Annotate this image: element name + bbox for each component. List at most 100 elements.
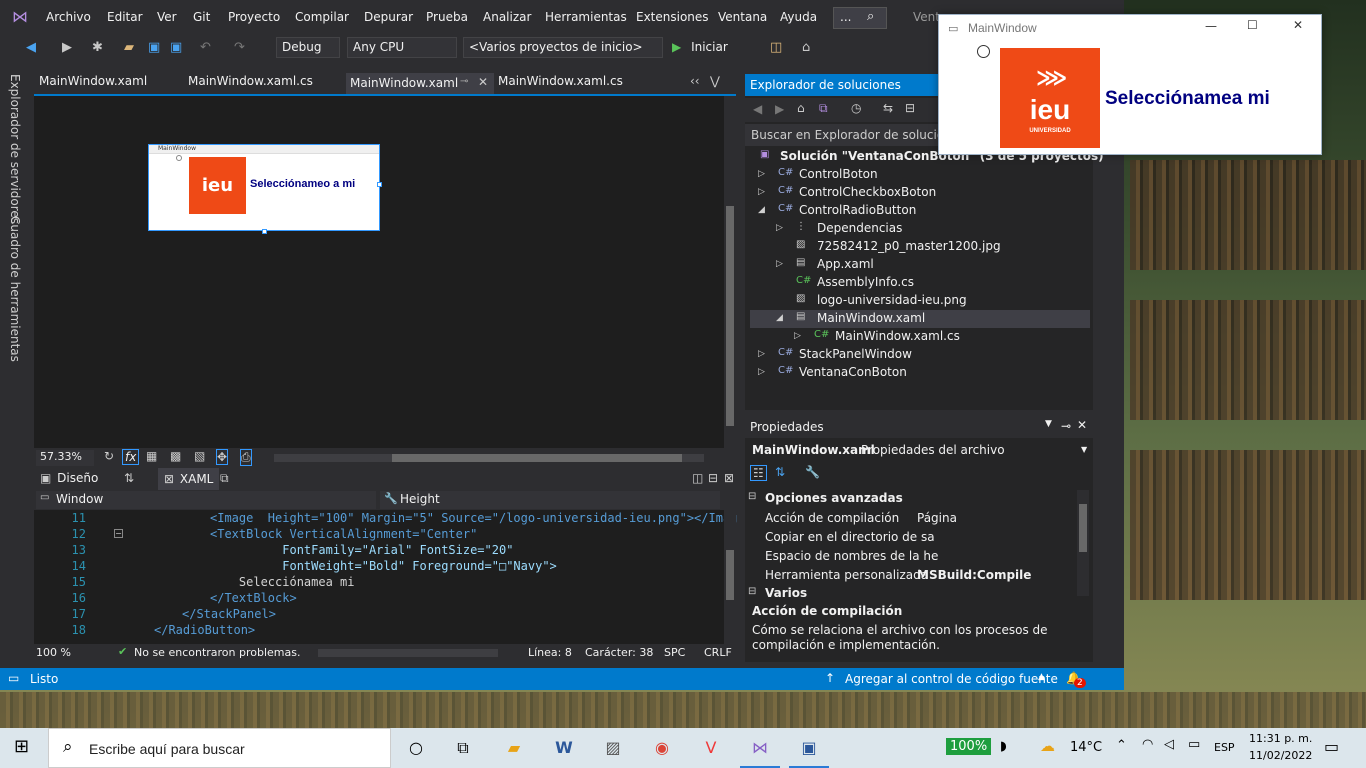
artboard-icon[interactable]: ▧ — [194, 449, 205, 463]
caret-up-icon[interactable]: ▲ — [1038, 672, 1045, 682]
tree-mainwindow-cs[interactable]: ▷ C# MainWindow.xaml.cs — [750, 328, 1090, 346]
properties-scroll-thumb[interactable] — [1079, 504, 1087, 552]
prop-row[interactable]: Herramienta personalizada MSBuild:Compile — [760, 567, 1070, 586]
switch-views-icon[interactable]: ⧉ — [819, 101, 828, 116]
menu-analizar[interactable]: Analizar — [483, 10, 531, 24]
clock-date[interactable]: 11/02/2022 — [1249, 749, 1312, 762]
doc-tab-active[interactable]: MainWindow.xaml ⊸ ✕ — [346, 73, 494, 95]
refresh-icon[interactable]: ↻ — [104, 449, 114, 463]
expand-icon[interactable]: ▷ — [758, 349, 765, 359]
expand-icon[interactable]: ▷ — [794, 331, 801, 341]
close-icon[interactable]: ✕ — [1077, 418, 1087, 432]
tree-project-ventanaconboton[interactable]: ▷ C# VentanaConBoton — [750, 364, 1090, 382]
maximize-button[interactable]: ☐ — [1247, 18, 1258, 32]
battery-indicator[interactable]: 100% — [946, 738, 992, 755]
start-button[interactable]: ⊞ — [14, 736, 29, 757]
code-line[interactable]: 12 <TextBlock VerticalAlignment="Center" — [36, 527, 720, 543]
prop-row[interactable]: Espacio de nombres de la he — [760, 548, 1070, 567]
tree-file-jpg[interactable]: ▨ 72582412_p0_master1200.jpg — [750, 238, 1090, 256]
configuration-select[interactable]: Debug — [276, 37, 340, 58]
designer-hscroll[interactable] — [274, 454, 704, 462]
hscroll-thumb[interactable] — [392, 454, 682, 462]
collapse-all-icon[interactable]: ⊟ — [905, 101, 915, 115]
problems-text[interactable]: No se encontraron problemas. — [134, 646, 300, 659]
prop-value[interactable]: MSBuild:Compile — [917, 568, 1031, 582]
minimize-button[interactable]: — — [1205, 19, 1217, 33]
menu-archivo[interactable]: Archivo — [46, 10, 91, 24]
undo-icon[interactable]: ↶ — [200, 40, 211, 55]
swap-panes-icon[interactable]: ⇅ — [124, 471, 134, 485]
pin-icon[interactable]: ⊸ — [460, 76, 468, 87]
tree-project-stackpanelwindow[interactable]: ▷ C# StackPanelWindow — [750, 346, 1090, 364]
designer-window-preview[interactable]: MainWindow ieu Selecciónameo a mi — [148, 144, 380, 231]
popout-icon[interactable]: ⧉ — [220, 471, 229, 486]
collapse-pane-icon[interactable]: ⊠ — [724, 471, 734, 485]
crlf-indicator[interactable]: CRLF — [704, 646, 732, 659]
volume-icon[interactable]: ◁ — [1164, 737, 1174, 752]
chrome-icon[interactable]: ◉ — [650, 736, 674, 760]
home-icon[interactable]: ⌂ — [797, 101, 805, 115]
collapse-section-icon[interactable]: ⊟ — [748, 491, 756, 502]
prop-row[interactable]: Copiar en el directorio de sa — [760, 529, 1070, 548]
menu-proyecto[interactable]: Proyecto — [228, 10, 280, 24]
server-explorer-tab[interactable]: Explorador de servidores — [8, 74, 22, 224]
app-window-icon[interactable]: ▣ — [797, 736, 821, 760]
line-indicator[interactable]: Línea: 8 — [528, 646, 572, 659]
fx-button[interactable]: fx — [122, 449, 140, 465]
wifi-icon[interactable]: ◠ — [1142, 737, 1153, 752]
file-explorer-icon[interactable]: ▰ — [502, 736, 526, 760]
collapse-section-icon[interactable]: ⊟ — [748, 586, 756, 597]
menu-editar[interactable]: Editar — [107, 10, 143, 24]
close-tab-icon[interactable]: ✕ — [478, 75, 488, 89]
expand-icon[interactable]: ▷ — [758, 169, 765, 179]
snap-icon[interactable]: ▩ — [170, 449, 181, 463]
editor-zoom[interactable]: 100 % — [36, 646, 71, 659]
device-icon[interactable]: ⎙ — [240, 449, 252, 466]
vivaldi-icon[interactable]: V — [699, 736, 723, 760]
running-main-window[interactable]: ▭ MainWindow — ☐ ✕ ⋙ ieu UNIVERSIDAD Sel… — [938, 14, 1322, 155]
tree-mainwindow-xaml[interactable]: ◢ ▤ MainWindow.xaml — [750, 310, 1090, 328]
split-vertical-icon[interactable]: ⊟ — [708, 471, 718, 485]
split-horizontal-icon[interactable]: ◫ — [692, 471, 703, 485]
menu-prueba[interactable]: Prueba — [426, 10, 468, 24]
toolbox-tab[interactable]: Cuadro de herramientas — [8, 216, 22, 362]
prop-value[interactable]: Página — [917, 511, 957, 525]
design-view-tab[interactable]: ▣ Diseño — [40, 471, 98, 485]
code-line[interactable]: 13 FontFamily="Arial" FontSize="20" — [36, 543, 720, 559]
resize-handle[interactable] — [262, 229, 267, 234]
collapse-icon[interactable]: ◢ — [758, 205, 765, 215]
code-line[interactable]: 11 <Image Height="100" Margin="5" Source=… — [36, 511, 738, 527]
save-icon[interactable]: ▣ — [148, 40, 160, 55]
expand-icon[interactable]: ▷ — [758, 367, 765, 377]
visual-studio-icon[interactable]: ⋈ — [748, 736, 772, 760]
display-icon[interactable]: ▭ — [1188, 737, 1200, 752]
code-line[interactable]: 18 </RadioButton> — [36, 623, 720, 639]
doc-tab-mainwindow-xaml[interactable]: MainWindow.xaml — [39, 74, 147, 94]
start-button[interactable]: ▶ Iniciar — [672, 40, 736, 58]
startup-project-select[interactable]: <Varios proyectos de inicio> — [463, 37, 663, 58]
menu-herramientas[interactable]: Herramientas — [545, 10, 627, 24]
tree-app-xaml[interactable]: ▷ ▤ App.xaml — [750, 256, 1090, 274]
platform-select[interactable]: Any CPU — [347, 37, 457, 58]
designer-vscrollbar[interactable] — [724, 96, 736, 448]
char-indicator[interactable]: Carácter: 38 — [585, 646, 653, 659]
menu-git[interactable]: Git — [193, 10, 210, 24]
tree-dependencias[interactable]: ▷ ⋮ Dependencias — [750, 220, 1090, 238]
battery-icon[interactable]: ◗ — [1000, 739, 1007, 754]
tree-assemblyinfo[interactable]: C# AssemblyInfo.cs — [750, 274, 1090, 292]
close-button[interactable]: ✕ — [1293, 18, 1303, 32]
editor-hscroll[interactable] — [318, 649, 498, 657]
open-folder-icon[interactable]: ▰ — [124, 40, 134, 55]
new-project-icon[interactable]: ✱ — [92, 40, 103, 55]
tree-project-controlboton[interactable]: ▷ C# ControlBoton — [750, 166, 1090, 184]
radio-label-text[interactable]: Selecciónamea mi — [1105, 88, 1270, 110]
radio-button-icon[interactable] — [977, 45, 990, 58]
pin-icon[interactable]: ⊸ — [1061, 419, 1071, 433]
taskbar-search[interactable]: ⌕ Escribe aquí para buscar — [48, 728, 391, 768]
save-all-icon[interactable]: ▣ — [170, 40, 182, 55]
menu-compilar[interactable]: Compilar — [295, 10, 349, 24]
menu-depurar[interactable]: Depurar — [364, 10, 413, 24]
zoom-select[interactable]: 57.33% — [36, 450, 94, 466]
doc-tab-mainwindow-cs[interactable]: MainWindow.xaml.cs — [188, 74, 313, 94]
property-pages-icon[interactable]: 🔧 — [805, 465, 820, 479]
